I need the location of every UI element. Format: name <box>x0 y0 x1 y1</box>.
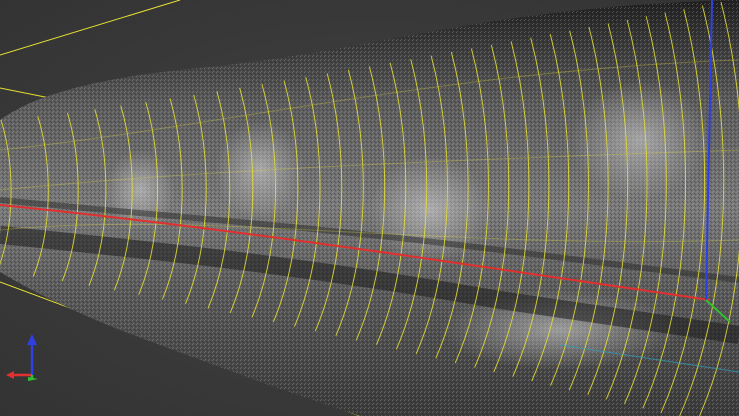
xyz-axes-icon[interactable] <box>6 334 38 381</box>
point-cloud-scene[interactable] <box>0 0 739 416</box>
3d-viewport[interactable] <box>0 0 739 416</box>
point-cloud <box>0 0 739 416</box>
